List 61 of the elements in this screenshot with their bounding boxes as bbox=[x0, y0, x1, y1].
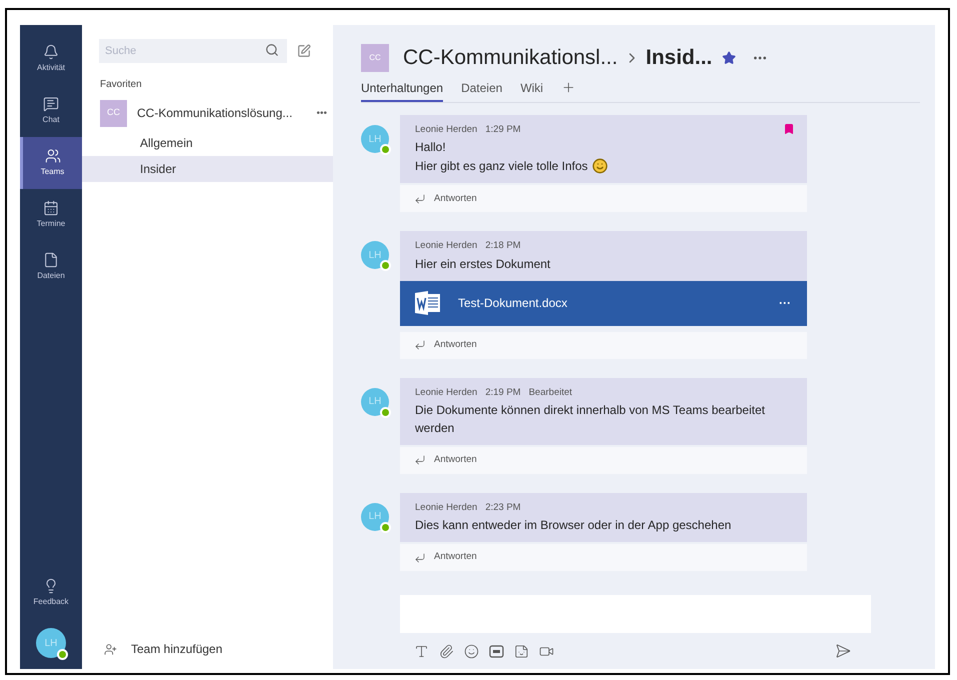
rail-tab[interactable]: Dateien bbox=[20, 241, 82, 293]
avatar: LH bbox=[361, 388, 389, 416]
reply-icon bbox=[414, 339, 426, 351]
channel-tab[interactable]: Dateien bbox=[461, 79, 502, 102]
document-icon bbox=[415, 291, 442, 315]
emoji-icon[interactable] bbox=[464, 644, 479, 658]
rail-tab[interactable]: Aktivität bbox=[20, 33, 82, 85]
star-icon[interactable] bbox=[722, 51, 736, 65]
author-name: Leonie Herden bbox=[415, 500, 478, 515]
team-avatar: CC bbox=[100, 100, 127, 126]
more-button[interactable]: ··· bbox=[779, 294, 791, 312]
message-text: Die Dokumente können direkt innerhalb von MS Teams bearbeitet werden bbox=[415, 402, 766, 437]
avatar: LH bbox=[361, 241, 389, 270]
reply-button[interactable]: Antworten bbox=[400, 185, 807, 212]
compose-icon[interactable] bbox=[297, 44, 311, 58]
feedback-button[interactable]: Feedback bbox=[20, 569, 82, 617]
rail-tab[interactable]: Chat bbox=[20, 85, 82, 137]
channel-title: Insid... bbox=[646, 45, 712, 72]
avatar: LH bbox=[361, 502, 389, 531]
file-name: Test-Dokument.docx bbox=[458, 295, 568, 312]
reply-button[interactable]: Antworten bbox=[400, 446, 807, 474]
rail-tab[interactable]: Termine bbox=[20, 189, 82, 241]
message-text: Hier ein erstes Dokument bbox=[415, 256, 550, 272]
message-time: 2:18 PM bbox=[485, 239, 521, 254]
reply-button[interactable]: Antworten bbox=[400, 332, 807, 358]
paperclip-icon[interactable] bbox=[439, 644, 454, 658]
sticker-icon[interactable] bbox=[514, 644, 529, 658]
channel-item[interactable]: Allgemein bbox=[82, 130, 333, 156]
reply-button[interactable]: Antworten bbox=[400, 544, 807, 571]
avatar: LH bbox=[36, 628, 66, 658]
search-icon bbox=[265, 43, 279, 57]
add-team-button[interactable]: Team hinzufügen bbox=[82, 629, 333, 669]
message-text: Hier gibt es ganz viele tolle Infos bbox=[415, 158, 588, 176]
send-icon[interactable] bbox=[835, 643, 851, 659]
message-text: Hallo! bbox=[415, 139, 446, 156]
message-text: Dies kann entweder im Browser oder in der App geschehen bbox=[415, 517, 732, 534]
avatar: LH bbox=[361, 125, 389, 153]
team-avatar: CC bbox=[361, 44, 389, 72]
channel-item[interactable]: Insider bbox=[82, 156, 333, 182]
rail-tab[interactable]: Teams bbox=[20, 137, 82, 189]
bookmark-icon[interactable] bbox=[783, 123, 795, 135]
reply-icon bbox=[414, 552, 426, 564]
team-title: CC-Kommunikationsl... bbox=[403, 45, 618, 72]
reply-icon bbox=[414, 454, 426, 466]
author-name: Leonie Herden bbox=[415, 386, 478, 400]
reply-icon bbox=[414, 192, 426, 205]
author-name: Leonie Herden bbox=[415, 123, 478, 137]
channel-tab[interactable]: Unterhaltungen bbox=[361, 79, 444, 102]
team-name[interactable]: CC-Kommunikationslösung... bbox=[137, 104, 316, 122]
add-people-icon bbox=[104, 642, 117, 656]
edited-label: Bearbeitet bbox=[528, 386, 572, 400]
message-time: 1:29 PM bbox=[485, 123, 521, 137]
more-button[interactable]: ••• bbox=[316, 106, 327, 120]
file-attachment[interactable]: Test-Dokument.docx ··· bbox=[400, 280, 807, 326]
section-label: Favoriten bbox=[99, 78, 143, 92]
message-time: 2:19 PM bbox=[485, 386, 521, 400]
message-time: 2:23 PM bbox=[485, 500, 521, 515]
channel-tab[interactable]: Wiki bbox=[520, 79, 544, 102]
format-icon[interactable] bbox=[414, 644, 429, 658]
author-name: Leonie Herden bbox=[415, 239, 478, 254]
search-field[interactable]: Suche bbox=[99, 39, 287, 63]
